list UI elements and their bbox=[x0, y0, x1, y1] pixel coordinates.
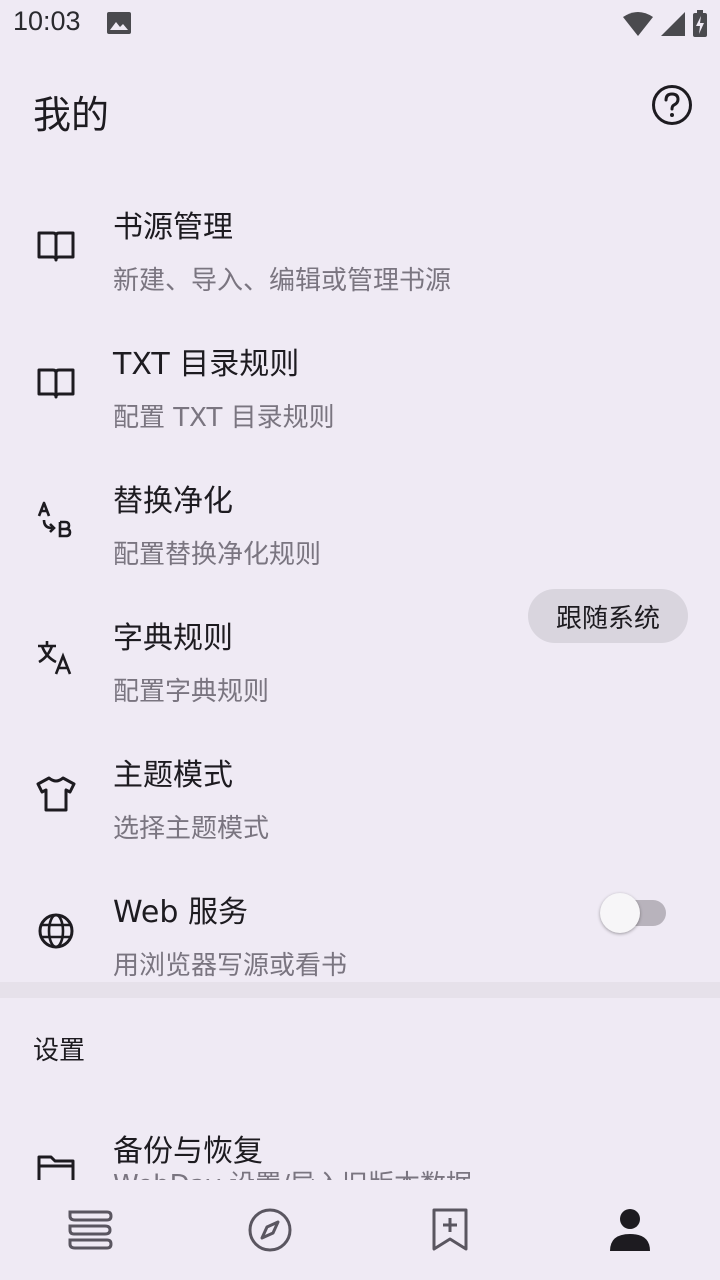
page-header: 我的 bbox=[0, 60, 720, 150]
item-subtitle: 配置 TXT 目录规则 bbox=[113, 403, 335, 433]
globe-icon bbox=[36, 911, 76, 951]
item-title: 替换净化 bbox=[113, 484, 233, 519]
battery-charging-icon bbox=[692, 10, 708, 42]
cellular-signal-icon bbox=[660, 11, 686, 41]
toggle-thumb bbox=[600, 893, 640, 933]
item-subtitle: 用浏览器写源或看书 bbox=[113, 951, 348, 981]
list-item-theme-mode[interactable]: 主题模式 选择主题模式 bbox=[0, 726, 720, 863]
section-divider bbox=[0, 982, 720, 998]
list-item-backup-restore[interactable]: 备份与恢复 WebDav 设置/导入旧版本数据 bbox=[0, 1102, 720, 1180]
list-item-replace-rules[interactable]: 替换净化 配置替换净化规则 bbox=[0, 452, 720, 589]
status-bar: 10:03 bbox=[0, 0, 720, 48]
item-title: 字典规则 bbox=[113, 621, 233, 656]
bottom-navigation bbox=[0, 1180, 720, 1280]
nav-bookshelf-icon[interactable] bbox=[66, 1206, 114, 1254]
image-notification-icon bbox=[106, 11, 132, 39]
book-open-icon bbox=[36, 363, 76, 403]
item-title: 主题模式 bbox=[113, 758, 233, 793]
item-subtitle: 配置字典规则 bbox=[113, 677, 270, 707]
list-item-book-source[interactable]: 书源管理 新建、导入、编辑或管理书源 bbox=[0, 178, 720, 315]
translate-icon bbox=[36, 637, 76, 677]
nav-rss-bookmark-icon[interactable] bbox=[426, 1206, 474, 1254]
page-title: 我的 bbox=[33, 93, 110, 137]
item-title: TXT 目录规则 bbox=[113, 347, 300, 382]
item-subtitle: 配置替换净化规则 bbox=[113, 540, 322, 570]
item-title: 书源管理 bbox=[113, 210, 233, 245]
item-subtitle: 新建、导入、编辑或管理书源 bbox=[113, 266, 452, 296]
tshirt-icon bbox=[36, 774, 76, 814]
book-open-icon bbox=[36, 226, 76, 266]
nav-explore-compass-icon[interactable] bbox=[246, 1206, 294, 1254]
web-service-toggle[interactable] bbox=[600, 893, 668, 933]
help-icon[interactable] bbox=[651, 84, 693, 130]
theme-mode-chip[interactable]: 跟随系统 bbox=[528, 589, 688, 643]
replace-ab-icon bbox=[36, 500, 76, 540]
section-header-settings: 设置 bbox=[33, 1036, 86, 1066]
wifi-icon bbox=[622, 11, 654, 41]
nav-my-person-icon[interactable] bbox=[606, 1206, 654, 1254]
folder-icon bbox=[36, 1150, 76, 1180]
item-subtitle: WebDav 设置/导入旧版本数据 bbox=[113, 1164, 472, 1180]
item-title: Web 服务 bbox=[113, 895, 248, 930]
status-time: 10:03 bbox=[13, 6, 81, 36]
list-item-txt-toc-rules[interactable]: TXT 目录规则 配置 TXT 目录规则 bbox=[0, 315, 720, 452]
item-subtitle: 选择主题模式 bbox=[113, 814, 270, 844]
